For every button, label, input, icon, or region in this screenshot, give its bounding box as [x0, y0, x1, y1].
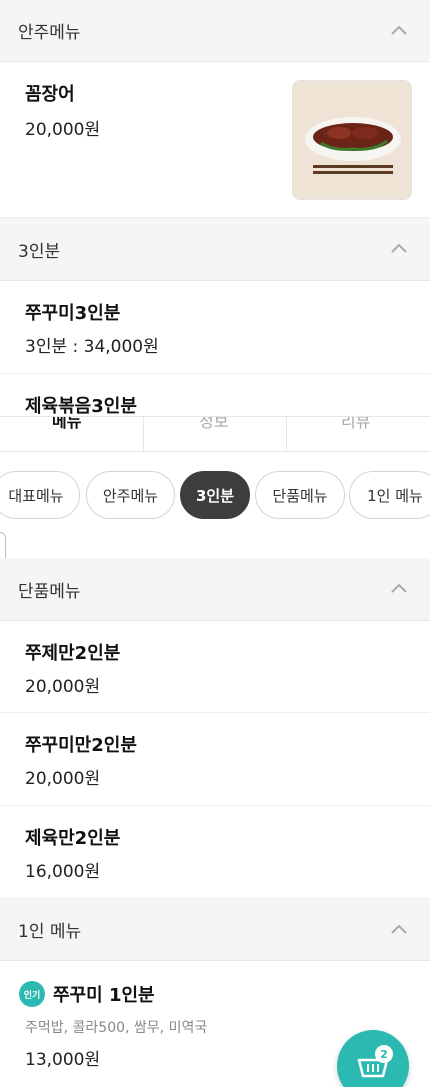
item-name: 쭈꾸미 1인분	[53, 985, 155, 1006]
section-title: 1인 메뉴	[18, 922, 82, 942]
item-description: 주먹밥, 콜라500, 쌈무, 미역국	[25, 1020, 208, 1036]
item-name: 제육볶음3인분	[25, 396, 137, 417]
section-header-single[interactable]: 단품메뉴	[0, 558, 430, 621]
popular-badge: 인기	[19, 981, 45, 1007]
category-chips: 대표메뉴 안주메뉴 3인분 단품메뉴 1인 메뉴	[0, 452, 430, 538]
section-title: 안주메뉴	[18, 23, 81, 43]
item-price: 20,000원	[25, 677, 101, 697]
tab-menu[interactable]: 메뉴	[52, 417, 81, 432]
item-price: 3인분 : 34,000원	[25, 337, 159, 357]
chip-appetizer[interactable]: 안주메뉴	[86, 471, 175, 519]
menu-item-jeyukman2[interactable]: 제육만2인분 16,000원	[0, 806, 430, 899]
item-name: 꼼장어	[25, 84, 75, 105]
tab-divider	[286, 417, 287, 451]
item-price: 20,000원	[25, 120, 101, 140]
tab-bar: 메뉴 정보 리뷰	[0, 416, 430, 452]
chevron-up-icon[interactable]	[390, 921, 408, 939]
tab-review[interactable]: 리뷰	[341, 417, 370, 432]
chevron-up-icon[interactable]	[390, 240, 408, 258]
chip-representative[interactable]: 대표메뉴	[0, 471, 80, 519]
item-price: 16,000원	[25, 862, 101, 882]
chip-single[interactable]: 단품메뉴	[255, 471, 345, 519]
section-title: 단품메뉴	[18, 581, 81, 602]
section-title: 3인분	[18, 241, 61, 262]
menu-item-jukkumi3[interactable]: 쭈꾸미3인분 3인분 : 34,000원	[0, 281, 430, 374]
item-name: 쭈제만2인분	[25, 643, 121, 664]
section-header-one-person[interactable]: 1인 메뉴	[0, 899, 430, 961]
item-name: 쭈꾸미3인분	[25, 303, 121, 324]
chip-one-person[interactable]: 1인 메뉴	[349, 471, 430, 519]
section-header-three-person[interactable]: 3인분	[0, 218, 430, 281]
tab-divider	[143, 417, 144, 451]
tab-info[interactable]: 정보	[199, 417, 228, 432]
menu-item-jeyuk3[interactable]: 제육볶음3인분	[0, 374, 430, 417]
menu-item-jujeman2[interactable]: 쭈제만2인분 20,000원	[0, 621, 430, 713]
chevron-up-icon[interactable]	[390, 22, 408, 40]
item-price: 13,000원	[25, 1050, 101, 1070]
chip-three-person[interactable]: 3인분	[180, 471, 250, 519]
cart-count-badge: 2	[375, 1045, 393, 1063]
food-photo	[292, 80, 412, 200]
menu-item-jukkumiman2[interactable]: 쭈꾸미만2인분 20,000원	[0, 713, 430, 806]
section-header-appetizer[interactable]: 안주메뉴	[0, 0, 430, 62]
item-name: 쭈꾸미만2인분	[25, 735, 137, 756]
item-name: 제육만2인분	[25, 828, 121, 849]
menu-item-eel[interactable]: 꼼장어 20,000원	[0, 62, 430, 218]
chevron-up-icon[interactable]	[390, 580, 408, 598]
item-price: 20,000원	[25, 769, 101, 789]
